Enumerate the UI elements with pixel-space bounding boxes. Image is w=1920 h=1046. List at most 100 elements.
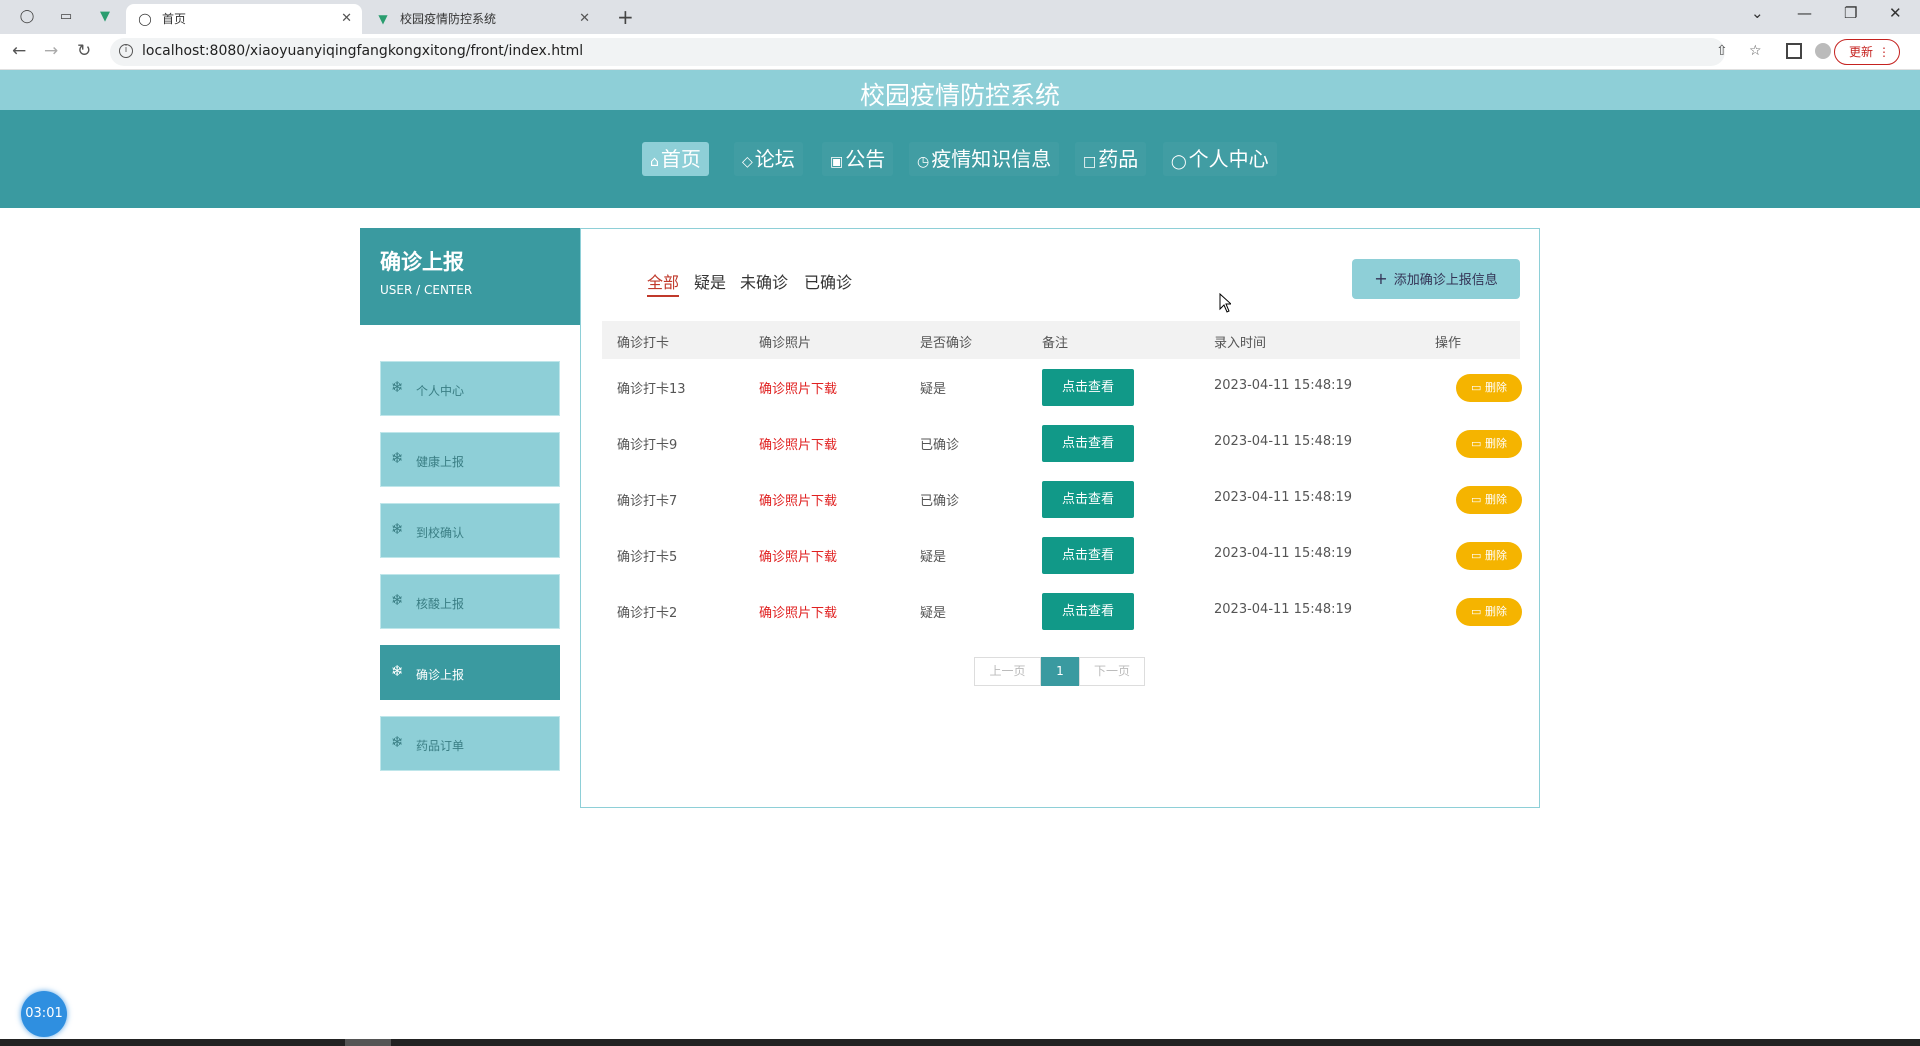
view-button[interactable]: 点击查看 — [1042, 481, 1134, 518]
delete-button[interactable]: ▭ 删除 — [1456, 374, 1522, 402]
sidebar-item-label: 药品订单 — [416, 739, 465, 753]
nav-label: 首页 — [660, 147, 701, 171]
nav-label: 个人中心 — [1188, 147, 1269, 171]
nav-user-center[interactable]: ◯ 个人中心 — [1163, 142, 1277, 176]
recording-timer-badge[interactable]: 03:01 — [21, 991, 67, 1037]
document-icon: □ — [1083, 154, 1097, 170]
delete-label: 删除 — [1484, 493, 1507, 506]
sidebar-item-label: 个人中心 — [416, 384, 465, 398]
snowflake-icon: ❄ — [391, 449, 404, 467]
vue-logo-icon: ▼ — [378, 12, 388, 26]
sidebar-item-medicine-orders[interactable]: ❄ 药品订单 — [380, 716, 560, 771]
nav-home[interactable]: ⌂ 首页 — [642, 142, 709, 176]
close-tab-icon[interactable]: ✕ — [579, 4, 590, 34]
restore-icon[interactable]: ❐ — [1844, 4, 1857, 22]
browser-globe-icon[interactable]: ◯ — [19, 9, 35, 25]
close-window-icon[interactable]: ✕ — [1889, 4, 1902, 22]
share-icon[interactable]: ⇧ — [1716, 43, 1728, 59]
snowflake-icon: ❄ — [391, 591, 404, 609]
pagination-next[interactable]: 下一页 — [1079, 657, 1145, 686]
delete-label: 删除 — [1484, 381, 1507, 394]
diagnosis-status: 疑是 — [920, 382, 947, 397]
sidebar-item-arrival-confirm[interactable]: ❄ 到校确认 — [380, 503, 560, 558]
trash-icon: ▭ — [1471, 493, 1482, 506]
photo-download-link[interactable]: 确诊照片下载 — [759, 602, 837, 621]
column-header: 录入时间 — [1214, 336, 1267, 351]
pagination-prev[interactable]: 上一页 — [974, 657, 1041, 686]
view-button[interactable]: 点击查看 — [1042, 369, 1134, 406]
sidebar-item-label: 到校确认 — [416, 526, 465, 540]
browser-blank-tab-icon[interactable]: ▭ — [58, 9, 74, 25]
tab-label: 首页 — [162, 12, 187, 26]
filter-suspected[interactable]: 疑是 — [694, 269, 726, 293]
sidebar-item-user-center[interactable]: ❄ 个人中心 — [380, 361, 560, 416]
browser-tab-system[interactable]: ▼ 校园疫情防控系统 ✕ — [364, 4, 600, 34]
nav-knowledge[interactable]: ◷ 疫情知识信息 — [909, 142, 1060, 176]
tab-search-icon[interactable]: ⌄ — [1751, 4, 1764, 22]
url-field[interactable]: i localhost:8080/xiaoyuanyiqingfangkongx… — [110, 38, 1762, 66]
side-panel-icon[interactable] — [1786, 43, 1802, 59]
nav-medicine[interactable]: □ 药品 — [1075, 142, 1147, 176]
delete-button[interactable]: ▭ 删除 — [1456, 542, 1522, 570]
plus-icon: + — [1374, 269, 1388, 288]
trash-icon: ▭ — [1471, 437, 1482, 450]
filter-not-confirmed[interactable]: 未确诊 — [740, 269, 788, 293]
sidebar-header: 确诊上报 USER / CENTER — [360, 228, 580, 325]
nav-label: 疫情知识信息 — [931, 147, 1052, 171]
add-diagnosis-button[interactable]: + 添加确诊上报信息 — [1352, 259, 1520, 299]
user-icon: ◯ — [1171, 154, 1187, 170]
photo-download-link[interactable]: 确诊照片下载 — [759, 546, 837, 565]
view-button[interactable]: 点击查看 — [1042, 425, 1134, 462]
delete-button[interactable]: ▭ 删除 — [1456, 598, 1522, 626]
delete-button[interactable]: ▭ 删除 — [1456, 430, 1522, 458]
view-button[interactable]: 点击查看 — [1042, 593, 1134, 630]
filter-confirmed[interactable]: 已确诊 — [804, 269, 852, 293]
nav-forum[interactable]: ◇ 论坛 — [734, 142, 803, 176]
new-tab-icon[interactable]: + — [617, 5, 634, 29]
photo-download-link[interactable]: 确诊照片下载 — [759, 434, 837, 453]
trash-icon: ▭ — [1471, 549, 1482, 562]
browser-tab-home[interactable]: ◯ 首页 ✕ — [126, 4, 362, 34]
photo-download-link[interactable]: 确诊照片下载 — [759, 378, 837, 397]
diagnosis-status: 已确诊 — [920, 494, 960, 509]
table-row: 确诊打卡7 确诊照片下载 已确诊 点击查看 2023-04-11 15:48:1… — [602, 471, 1522, 527]
more-menu-icon[interactable]: ⋮ — [1878, 40, 1890, 64]
close-tab-icon[interactable]: ✕ — [341, 4, 352, 34]
filter-all[interactable]: 全部 — [647, 269, 680, 297]
reload-icon[interactable]: ↻ — [77, 41, 91, 61]
nav-notice[interactable]: ▣ 公告 — [822, 142, 894, 176]
view-button[interactable]: 点击查看 — [1042, 537, 1134, 574]
forward-icon[interactable]: → — [44, 41, 58, 61]
sidebar-item-label: 健康上报 — [416, 455, 465, 469]
delete-label: 删除 — [1484, 549, 1507, 562]
minimize-icon[interactable]: — — [1797, 4, 1812, 22]
site-title-bar: 校园疫情防控系统 — [0, 70, 1920, 110]
site-info-icon[interactable]: i — [119, 44, 133, 58]
bookmark-star-icon[interactable]: ☆ — [1749, 43, 1762, 59]
sidebar-item-health-report[interactable]: ❄ 健康上报 — [380, 432, 560, 487]
update-button[interactable]: 更新 ⋮ — [1833, 39, 1900, 65]
table-row: 确诊打卡13 确诊照片下载 疑是 点击查看 2023-04-11 15:48:1… — [602, 359, 1522, 415]
add-button-label: 添加确诊上报信息 — [1393, 273, 1498, 288]
profile-avatar-icon[interactable] — [1815, 43, 1831, 59]
trash-icon: ▭ — [1471, 605, 1482, 618]
pagination-page[interactable]: 1 — [1041, 657, 1079, 686]
address-bar-row: ← → ↻ i localhost:8080/xiaoyuanyiqingfan… — [0, 34, 1920, 70]
delete-label: 删除 — [1484, 437, 1507, 450]
entry-time: 2023-04-11 15:48:19 — [1214, 602, 1353, 617]
globe-icon: ◯ — [138, 12, 152, 26]
sidebar-title: 确诊上报 — [380, 250, 464, 274]
photo-download-link[interactable]: 确诊照片下载 — [759, 490, 837, 509]
mouse-cursor-icon — [1219, 293, 1231, 313]
snowflake-icon: ❄ — [391, 520, 404, 538]
vue-logo-icon[interactable]: ▼ — [97, 9, 113, 25]
sidebar-item-diagnosis-report[interactable]: ❄ 确诊上报 — [380, 645, 560, 700]
diagnosis-status: 疑是 — [920, 550, 947, 565]
delete-button[interactable]: ▭ 删除 — [1456, 486, 1522, 514]
snowflake-icon: ❄ — [391, 662, 404, 680]
back-icon[interactable]: ← — [12, 41, 26, 61]
sidebar-item-nucleic-report[interactable]: ❄ 核酸上报 — [380, 574, 560, 629]
tag-icon: ◇ — [742, 154, 753, 170]
taskbar-strip — [0, 1039, 1920, 1046]
diagnosis-status: 已确诊 — [920, 438, 960, 453]
